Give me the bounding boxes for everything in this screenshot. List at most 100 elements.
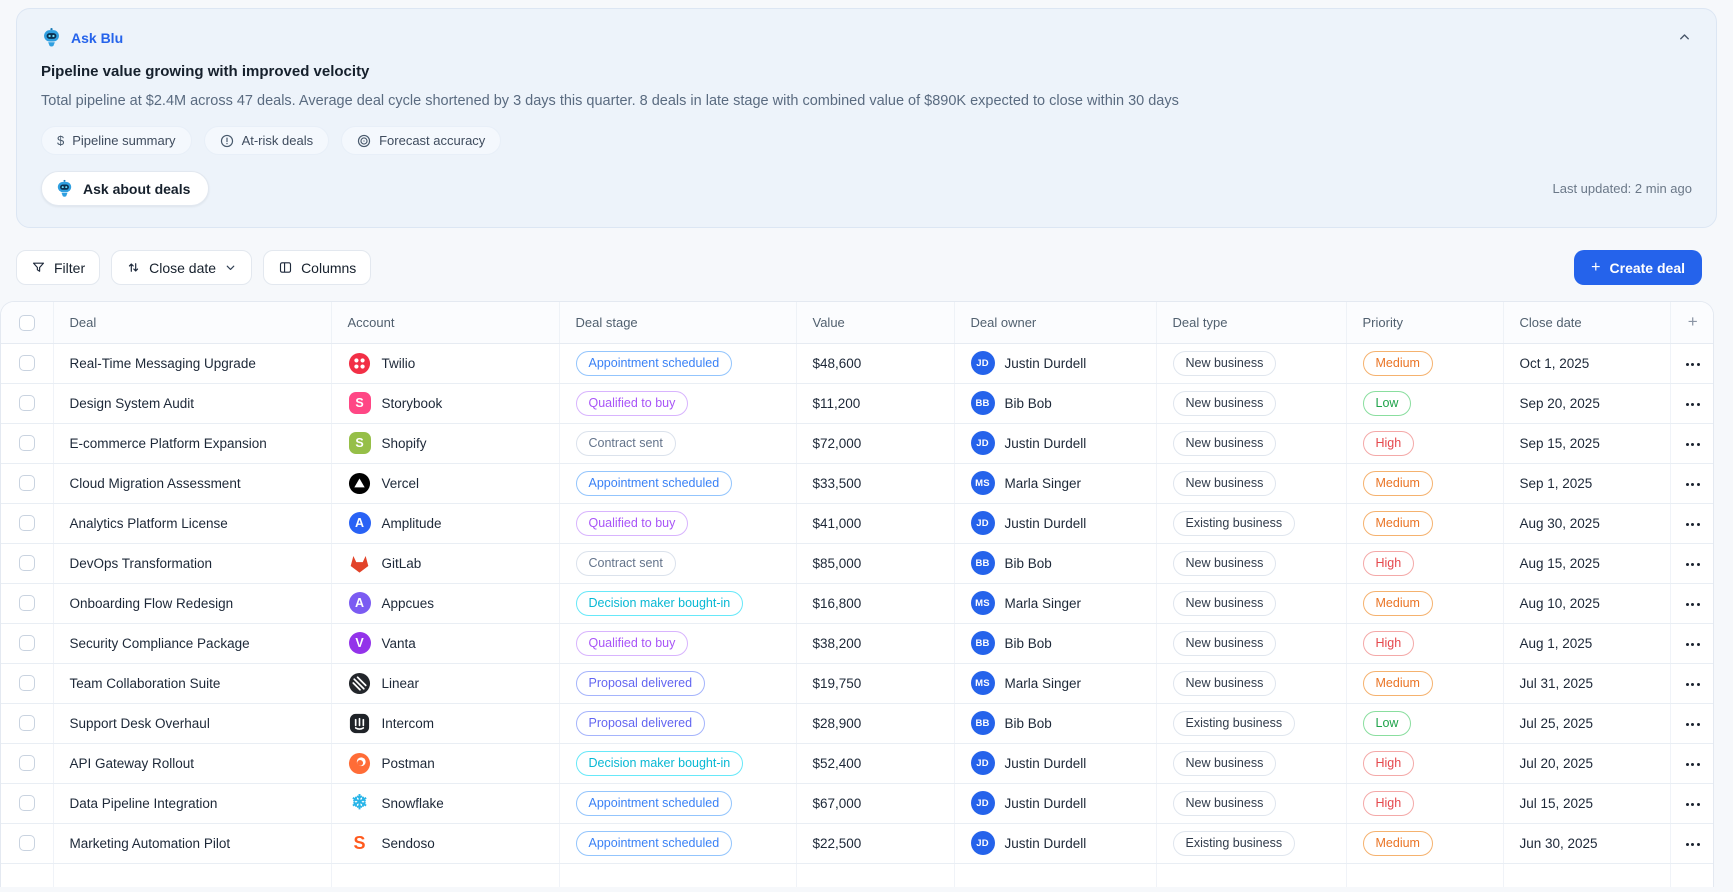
ask-blu-title: Ask Blu bbox=[71, 29, 124, 46]
add-column-button[interactable]: + bbox=[1670, 302, 1713, 344]
row-menu-button[interactable] bbox=[1679, 596, 1707, 612]
row-menu-button[interactable] bbox=[1679, 716, 1707, 732]
header-deal-type[interactable]: Deal type bbox=[1156, 302, 1347, 344]
row-checkbox[interactable] bbox=[18, 715, 35, 732]
collapse-panel-button[interactable] bbox=[1674, 27, 1694, 47]
row-menu-button[interactable] bbox=[1679, 356, 1707, 372]
deal-stage-badge: Contract sent bbox=[575, 550, 676, 576]
table-row[interactable]: Cloud Migration Assessment Vercel Appoin… bbox=[1, 463, 1713, 504]
close-date: Sep 15, 2025 bbox=[1519, 435, 1600, 451]
table-row[interactable]: API Gateway Rollout Postman Decision mak… bbox=[1, 743, 1713, 784]
row-checkbox[interactable] bbox=[18, 795, 35, 812]
chip-forecast-accuracy[interactable]: Forecast accuracy bbox=[341, 126, 502, 155]
robot-icon bbox=[41, 27, 62, 48]
row-checkbox[interactable] bbox=[18, 675, 35, 692]
table-row[interactable]: Analytics Platform License A Amplitude Q… bbox=[1, 503, 1713, 544]
sort-button[interactable]: Close date bbox=[111, 250, 253, 285]
account-logo bbox=[348, 551, 372, 575]
owner-name: Justin Durdell bbox=[1004, 755, 1087, 771]
owner-avatar: BB bbox=[970, 391, 995, 415]
table-row[interactable]: Security Compliance Package V Vanta Qual… bbox=[1, 623, 1713, 664]
table-row[interactable]: Team Collaboration Suite Linear Proposal… bbox=[1, 663, 1713, 704]
row-menu-button[interactable] bbox=[1679, 756, 1707, 772]
row-checkbox[interactable] bbox=[18, 555, 35, 572]
create-deal-button[interactable]: + Create deal bbox=[1574, 250, 1702, 285]
account-logo: S bbox=[348, 391, 372, 415]
row-checkbox[interactable] bbox=[18, 835, 35, 852]
account-logo: V bbox=[348, 631, 372, 655]
header-deal-owner[interactable]: Deal owner bbox=[954, 302, 1157, 344]
columns-icon bbox=[278, 260, 293, 275]
table-row[interactable]: Onboarding Flow Redesign A Appcues Decis… bbox=[1, 583, 1713, 624]
table-row[interactable]: DevOps Transformation GitLab Contract se… bbox=[1, 543, 1713, 584]
table-row[interactable]: Real-Time Messaging Upgrade Twilio Appoi… bbox=[1, 343, 1713, 384]
deal-value: $28,900 bbox=[812, 715, 862, 731]
header-deal-stage[interactable]: Deal stage bbox=[559, 302, 797, 344]
deal-name: Marketing Automation Pilot bbox=[69, 835, 231, 851]
deal-name: API Gateway Rollout bbox=[69, 755, 195, 771]
funnel-icon bbox=[31, 260, 46, 275]
row-checkbox[interactable] bbox=[18, 475, 35, 492]
filter-button[interactable]: Filter bbox=[16, 250, 101, 285]
header-value[interactable]: Value bbox=[796, 302, 955, 344]
header-deal[interactable]: Deal bbox=[53, 302, 332, 344]
header-close-date[interactable]: Close date bbox=[1503, 302, 1671, 344]
deal-name: DevOps Transformation bbox=[69, 555, 213, 571]
deal-value: $19,750 bbox=[812, 675, 862, 691]
chip-label: Pipeline summary bbox=[72, 133, 176, 148]
ellipsis-icon bbox=[1685, 714, 1701, 729]
account-name: Sendoso bbox=[381, 835, 435, 851]
row-checkbox[interactable] bbox=[18, 355, 35, 372]
insight-headline: Pipeline value growing with improved vel… bbox=[41, 63, 370, 80]
close-date: Jul 20, 2025 bbox=[1519, 755, 1594, 771]
row-menu-button[interactable] bbox=[1679, 836, 1707, 852]
table-row[interactable]: Support Desk Overhaul Intercom Proposal … bbox=[1, 703, 1713, 744]
owner-avatar: JD bbox=[970, 431, 995, 455]
owner-name: Bib Bob bbox=[1004, 715, 1052, 731]
deal-value: $22,500 bbox=[812, 835, 862, 851]
row-menu-button[interactable] bbox=[1679, 636, 1707, 652]
row-menu-button[interactable] bbox=[1679, 396, 1707, 412]
select-all-checkbox[interactable] bbox=[18, 314, 35, 331]
table-row[interactable]: Design System Audit S Storybook Qualifie… bbox=[1, 383, 1713, 424]
ask-about-deals-button[interactable]: Ask about deals bbox=[41, 171, 210, 206]
chip-pipeline-summary[interactable]: $ Pipeline summary bbox=[41, 126, 192, 155]
row-menu-button[interactable] bbox=[1679, 796, 1707, 812]
close-date: Jun 30, 2025 bbox=[1519, 835, 1598, 851]
priority-badge: High bbox=[1362, 550, 1415, 576]
table-row[interactable]: Marketing Automation Pilot S Sendoso App… bbox=[1, 823, 1713, 864]
deal-stage-badge: Decision maker bought-in bbox=[575, 750, 744, 776]
deal-stage-badge: Appointment scheduled bbox=[575, 470, 733, 496]
row-checkbox[interactable] bbox=[18, 515, 35, 532]
row-checkbox[interactable] bbox=[18, 595, 35, 612]
row-menu-button[interactable] bbox=[1679, 556, 1707, 572]
account-name: Snowflake bbox=[381, 795, 444, 811]
deal-stage-badge: Contract sent bbox=[575, 430, 676, 456]
deal-value: $11,200 bbox=[812, 395, 861, 411]
row-menu-button[interactable] bbox=[1679, 476, 1707, 492]
row-checkbox[interactable] bbox=[18, 755, 35, 772]
row-menu-button[interactable] bbox=[1679, 676, 1707, 692]
table-row[interactable]: E-commerce Platform Expansion S Shopify … bbox=[1, 423, 1713, 464]
chip-at-risk-deals[interactable]: At-risk deals bbox=[203, 126, 330, 155]
header-account[interactable]: Account bbox=[331, 302, 560, 344]
deal-value: $85,000 bbox=[812, 555, 862, 571]
row-menu-button[interactable] bbox=[1679, 436, 1707, 452]
close-date: Aug 15, 2025 bbox=[1519, 555, 1600, 571]
deal-type-badge: New business bbox=[1172, 670, 1277, 696]
header-priority[interactable]: Priority bbox=[1346, 302, 1504, 344]
row-checkbox[interactable] bbox=[18, 635, 35, 652]
row-menu-button[interactable] bbox=[1679, 516, 1707, 532]
ask-blu-panel: Ask Blu Pipeline value growing with impr… bbox=[16, 8, 1717, 228]
deal-name: Analytics Platform License bbox=[69, 515, 228, 531]
columns-button[interactable]: Columns bbox=[263, 250, 372, 285]
insight-summary: Total pipeline at $2.4M across 47 deals.… bbox=[41, 93, 1179, 109]
deal-stage-badge: Qualified to buy bbox=[575, 390, 689, 416]
owner-avatar: MS bbox=[970, 671, 995, 695]
table-row[interactable]: Data Pipeline Integration ❄ Snowflake Ap… bbox=[1, 783, 1713, 824]
deal-name: Real-Time Messaging Upgrade bbox=[69, 355, 256, 371]
row-checkbox[interactable] bbox=[18, 395, 35, 412]
close-date: Aug 1, 2025 bbox=[1519, 635, 1593, 651]
row-checkbox[interactable] bbox=[18, 435, 35, 452]
close-date: Aug 30, 2025 bbox=[1519, 515, 1600, 531]
